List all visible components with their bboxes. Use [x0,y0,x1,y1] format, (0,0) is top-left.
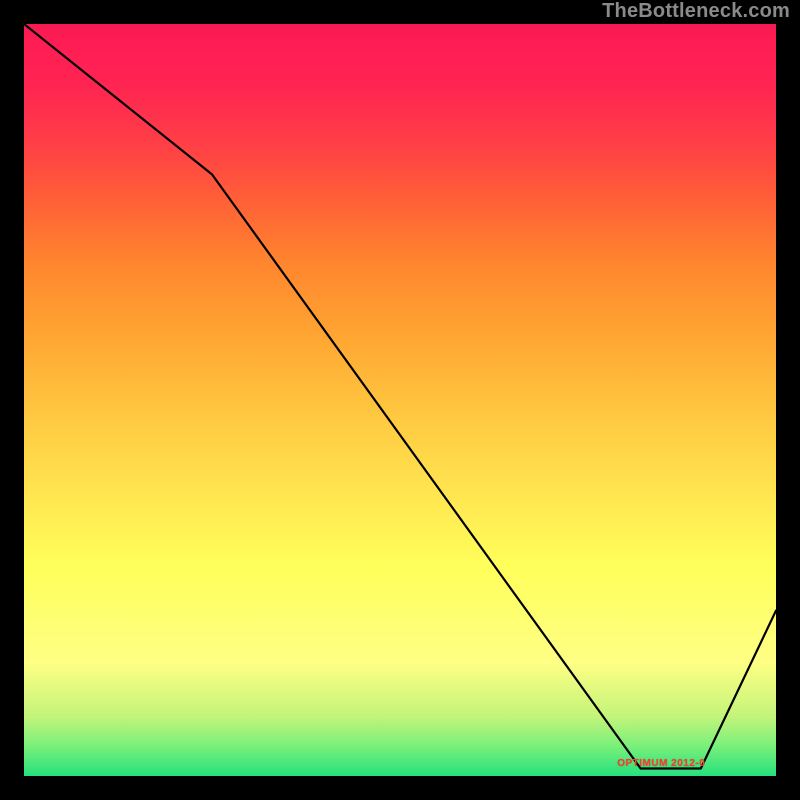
attribution-text: TheBottleneck.com [602,0,790,23]
line-curve [24,24,776,776]
optimum-ridge-label: OPTIMUM 2012-0 [617,758,705,769]
chart-stage: OPTIMUM 2012-0 TheBottleneck.com [0,0,800,800]
plot-area: OPTIMUM 2012-0 [24,24,776,776]
